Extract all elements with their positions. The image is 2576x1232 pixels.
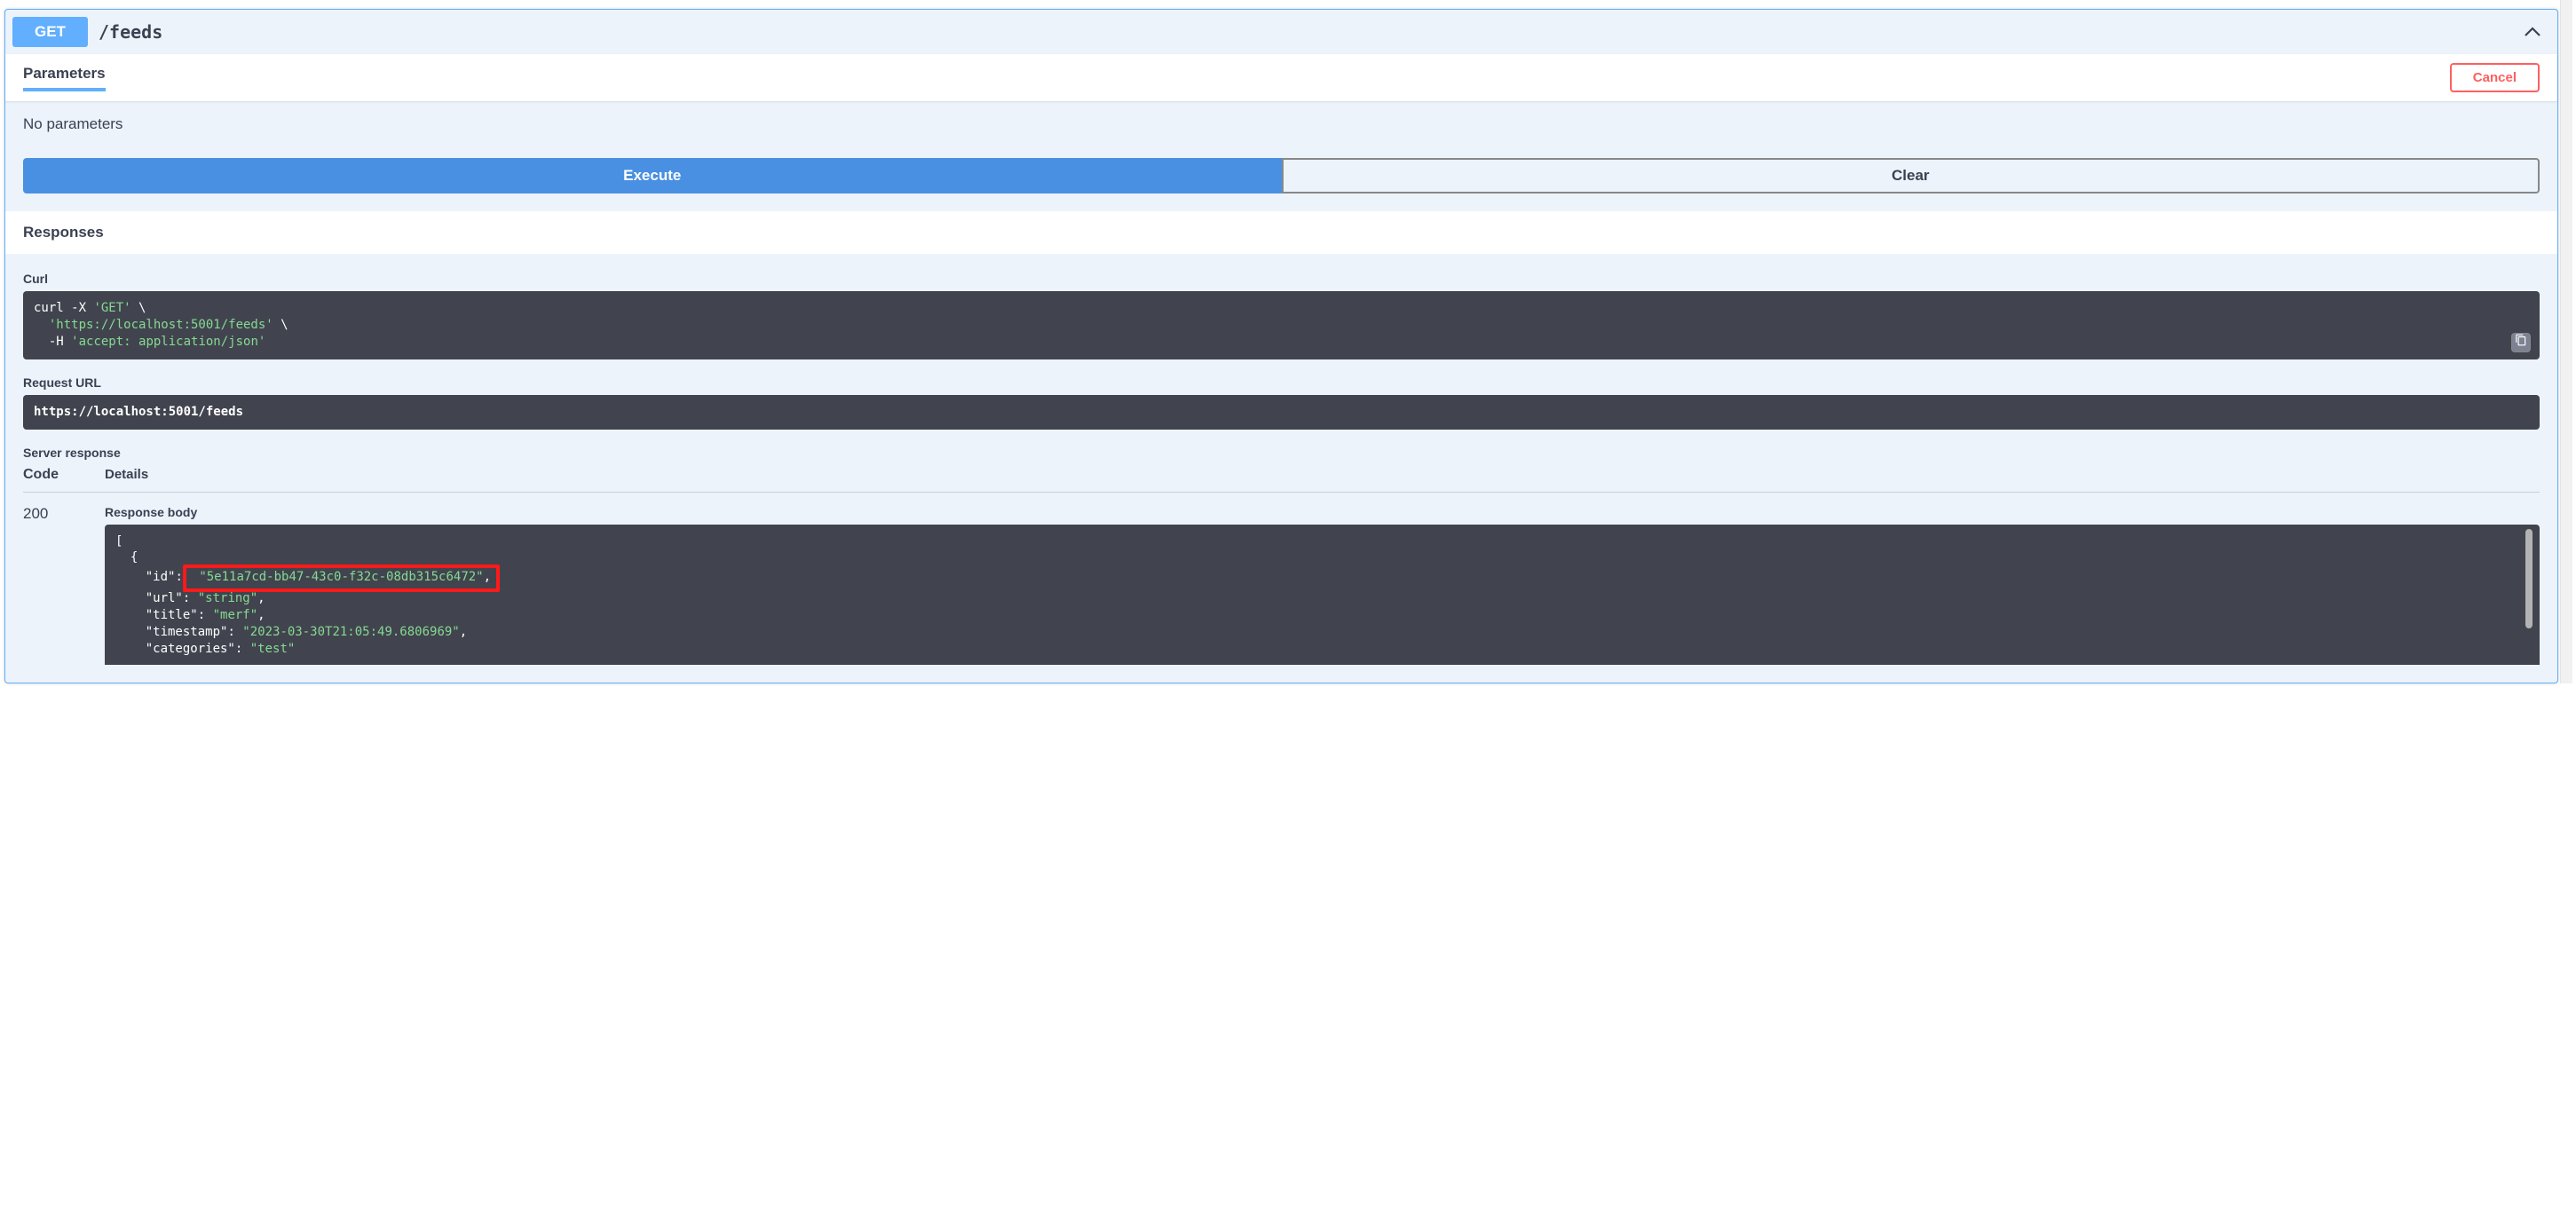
page-scrollbar[interactable] bbox=[2560, 0, 2572, 683]
curl-block: curl -X 'GET' \ 'https://localhost:5001/… bbox=[23, 291, 2540, 359]
opblock-body: No parameters Execute Clear Responses Cu… bbox=[5, 101, 2557, 683]
parameters-tab[interactable]: Parameters bbox=[23, 65, 106, 91]
opblock-summary[interactable]: GET /feeds bbox=[5, 10, 2557, 54]
response-body-scrollbar[interactable] bbox=[2525, 529, 2533, 636]
execute-button[interactable]: Execute bbox=[23, 158, 1282, 193]
curl-label: Curl bbox=[23, 272, 2540, 286]
parameters-header: Parameters Cancel bbox=[5, 54, 2557, 101]
code-column-header: Code bbox=[23, 467, 105, 483]
clipboard-icon bbox=[2515, 334, 2527, 351]
endpoint-path: /feeds bbox=[99, 21, 2524, 43]
responses-label: Responses bbox=[23, 224, 2540, 241]
request-url-label: Request URL bbox=[23, 375, 2540, 390]
request-url-block: https://localhost:5001/feeds bbox=[23, 395, 2540, 430]
copy-curl-button[interactable] bbox=[2511, 333, 2531, 352]
chevron-up-icon[interactable] bbox=[2524, 23, 2541, 41]
details-column-header: Details bbox=[105, 467, 2540, 483]
clear-button[interactable]: Clear bbox=[1282, 158, 2540, 193]
responses-header: Responses bbox=[5, 211, 2557, 254]
opblock-get-feeds: GET /feeds Parameters Cancel No paramete… bbox=[4, 9, 2558, 683]
response-body-block: [ { "id": "5e11a7cd-bb47-43c0-f32c-08db3… bbox=[105, 525, 2540, 665]
response-row: 200 Response body [ { "id": "5e11a7cd-bb… bbox=[23, 493, 2540, 665]
http-method-badge: GET bbox=[12, 17, 88, 47]
no-parameters-text: No parameters bbox=[5, 101, 2557, 140]
response-status-code: 200 bbox=[23, 505, 105, 665]
server-response-label: Server response bbox=[23, 446, 2540, 460]
response-body-label: Response body bbox=[105, 505, 2540, 519]
cancel-button[interactable]: Cancel bbox=[2450, 63, 2540, 92]
